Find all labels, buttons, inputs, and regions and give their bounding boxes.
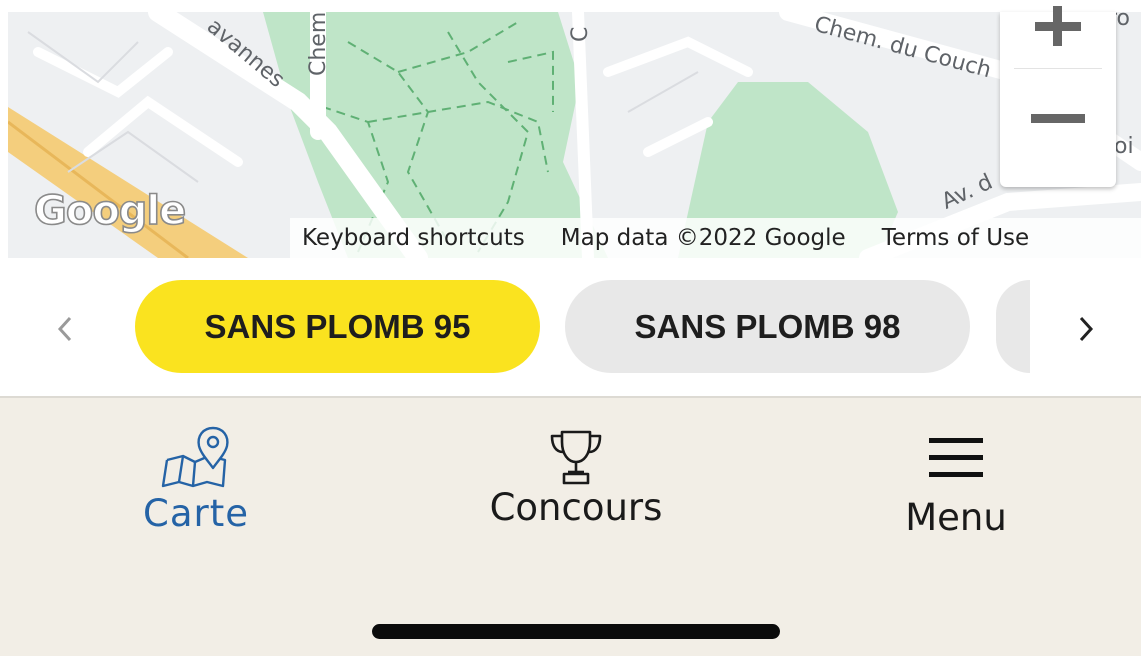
zoom-divider bbox=[1014, 68, 1102, 69]
previous-fuel-button[interactable] bbox=[45, 309, 85, 349]
street-label-c-fragment: C bbox=[568, 26, 593, 42]
google-logo: Google bbox=[33, 187, 187, 235]
bottom-navigation: Carte Concours Menu bbox=[0, 396, 1141, 656]
map-pin-icon bbox=[161, 426, 229, 488]
zoom-control bbox=[1000, 5, 1116, 187]
nav-item-concours[interactable]: Concours bbox=[456, 398, 696, 548]
fuel-option-sp98[interactable]: SANS PLOMB 98 bbox=[565, 280, 970, 373]
keyboard-shortcuts-link[interactable]: Keyboard shortcuts bbox=[302, 225, 525, 251]
nav-item-carte[interactable]: Carte bbox=[76, 398, 316, 548]
zoom-out-button[interactable] bbox=[1000, 70, 1116, 187]
fuel-option-sp95[interactable]: SANS PLOMB 95 bbox=[135, 280, 540, 373]
nav-item-menu[interactable]: Menu bbox=[836, 398, 1076, 548]
nav-label-menu: Menu bbox=[905, 496, 1007, 539]
zoom-in-button[interactable] bbox=[1000, 5, 1116, 67]
chevron-right-icon bbox=[1079, 316, 1094, 342]
fuel-option-sp98-label: SANS PLOMB 98 bbox=[634, 307, 901, 345]
fuel-option-sp95-label: SANS PLOMB 95 bbox=[204, 307, 471, 345]
home-indicator[interactable] bbox=[372, 624, 780, 639]
hamburger-menu-icon bbox=[929, 438, 983, 477]
next-fuel-button[interactable] bbox=[1066, 309, 1106, 349]
plus-icon bbox=[1035, 5, 1081, 46]
street-label-right: oi bbox=[1114, 134, 1134, 159]
nav-label-carte: Carte bbox=[143, 492, 249, 535]
street-label-chem-vertical: Chem bbox=[306, 12, 331, 76]
nav-label-concours: Concours bbox=[489, 486, 663, 529]
trophy-icon bbox=[550, 430, 602, 485]
terms-of-use-link[interactable]: Terms of Use bbox=[882, 225, 1030, 251]
fuel-type-selector: SANS PLOMB 95 SANS PLOMB 98 bbox=[0, 258, 1141, 396]
chevron-left-icon bbox=[57, 316, 72, 342]
minus-icon bbox=[1031, 113, 1085, 123]
map-data-text: Map data ©2022 Google bbox=[560, 225, 846, 251]
map-attribution: Keyboard shortcuts Map data ©2022 Google… bbox=[290, 218, 1141, 258]
fuel-option-next-partial[interactable] bbox=[996, 280, 1030, 373]
